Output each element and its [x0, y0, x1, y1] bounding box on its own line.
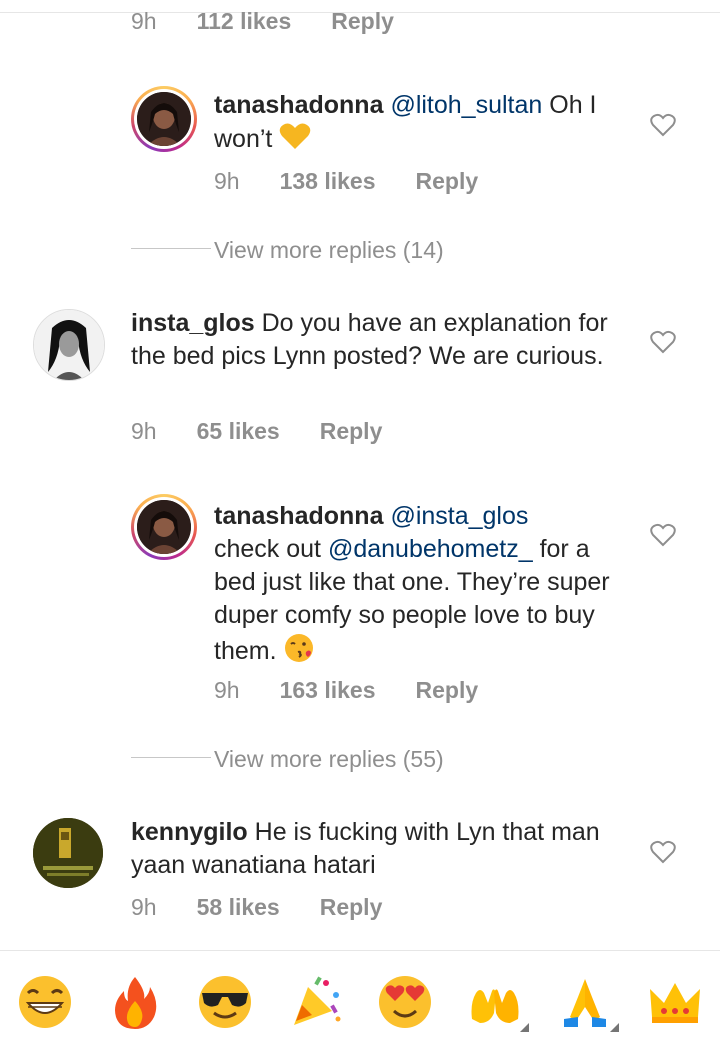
- comment-meta: 9h 58 likes Reply: [131, 894, 382, 921]
- smiling-face-with-sunglasses-icon[interactable]: [196, 973, 254, 1031]
- avatar-tanashadonna[interactable]: [131, 86, 197, 152]
- like-heart-icon[interactable]: [650, 330, 676, 354]
- avatar-kennygilo[interactable]: [33, 818, 103, 888]
- comment-likes[interactable]: 58 likes: [197, 894, 280, 921]
- avatar-tanashadonna[interactable]: [131, 494, 197, 560]
- comment-likes[interactable]: 65 likes: [197, 418, 280, 445]
- comment-username[interactable]: tanashadonna: [214, 91, 383, 119]
- reply-button[interactable]: Reply: [416, 168, 479, 195]
- reply-button[interactable]: Reply: [416, 677, 479, 704]
- crown-icon[interactable]: [646, 973, 704, 1031]
- avatar-insta-glos[interactable]: [33, 309, 105, 381]
- like-heart-icon[interactable]: [650, 113, 676, 137]
- comment-body: check out: [214, 535, 328, 563]
- comment-meta: 9h 112 likes Reply: [131, 8, 394, 35]
- comment-username[interactable]: tanashadonna: [214, 502, 383, 530]
- emoji-variant-indicator-icon: [520, 1023, 529, 1032]
- comment-time: 9h: [131, 8, 157, 34]
- like-heart-icon[interactable]: [650, 840, 676, 864]
- comment-likes[interactable]: 112 likes: [197, 8, 292, 35]
- mention-link[interactable]: @litoh_sultan: [390, 91, 542, 119]
- emoji-quick-bar: [0, 950, 720, 1044]
- reply-button[interactable]: Reply: [331, 8, 394, 35]
- reply-button[interactable]: Reply: [320, 418, 383, 445]
- comment-time: 9h: [214, 168, 240, 194]
- view-more-replies[interactable]: View more replies (14): [214, 237, 444, 264]
- comment-likes[interactable]: 138 likes: [280, 168, 376, 195]
- reply-button[interactable]: Reply: [320, 894, 383, 921]
- mention-link[interactable]: @danubehometz_: [328, 535, 533, 563]
- comment-time: 9h: [131, 418, 157, 444]
- grinning-face-icon[interactable]: [16, 973, 74, 1031]
- mention-link[interactable]: @insta_glos: [390, 502, 528, 530]
- yellow-heart-icon: [279, 122, 311, 159]
- emoji-variant-indicator-icon: [610, 1023, 619, 1032]
- comment-likes[interactable]: 163 likes: [280, 677, 376, 704]
- party-popper-icon[interactable]: [286, 973, 344, 1031]
- view-more-replies[interactable]: View more replies (55): [214, 746, 444, 773]
- like-heart-icon[interactable]: [650, 523, 676, 547]
- view-more-divider: [131, 248, 211, 249]
- comment-time: 9h: [131, 894, 157, 920]
- folded-hands-icon[interactable]: [556, 973, 614, 1031]
- comment-meta: 9h 138 likes Reply: [214, 168, 478, 195]
- comment-username[interactable]: insta_glos: [131, 309, 255, 337]
- view-more-divider: [131, 757, 211, 758]
- raising-hands-icon[interactable]: [466, 973, 524, 1031]
- comment-text: insta_glos Do you have an explanation fo…: [131, 307, 631, 373]
- comment-time: 9h: [214, 677, 240, 703]
- comment-meta: 9h 65 likes Reply: [131, 418, 382, 445]
- comment-text: tanashadonna @litoh_sultan Oh I won’t: [214, 89, 634, 159]
- comment-username[interactable]: kennygilo: [131, 818, 248, 846]
- heart-eyes-icon[interactable]: [376, 973, 434, 1031]
- comment-meta: 9h 163 likes Reply: [214, 677, 478, 704]
- kissing-face-icon: [283, 632, 315, 673]
- comment-text: kennygilo He is fucking with Lyn that ma…: [131, 816, 631, 882]
- comment-text: tanashadonna @insta_gloscheck out @danub…: [214, 500, 624, 673]
- fire-icon[interactable]: [106, 973, 164, 1031]
